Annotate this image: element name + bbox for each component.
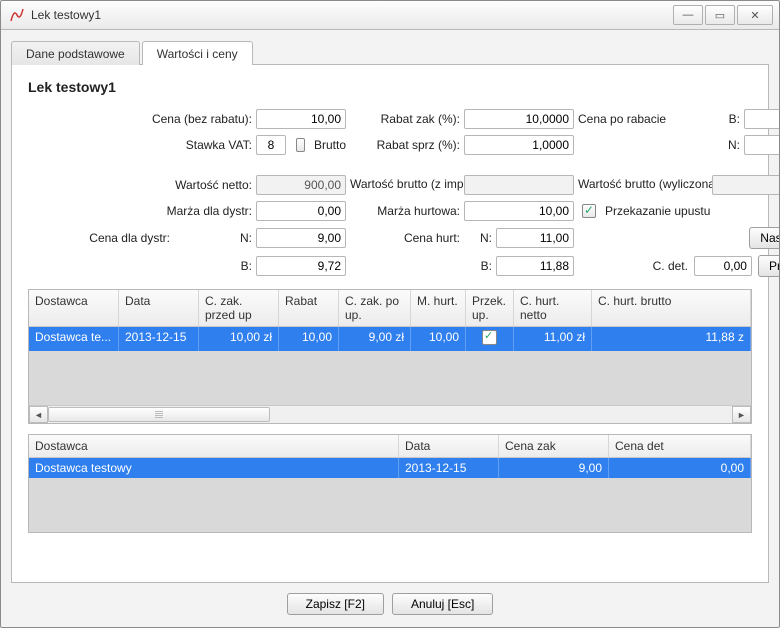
label-wartosc-brutto-import: Wartość brutto (z importu):	[350, 178, 460, 191]
checkbox-przekazanie-upustu[interactable]	[582, 204, 596, 218]
grid1-body-empty	[29, 351, 751, 405]
label-rabat-zak: Rabat zak (%):	[350, 112, 460, 126]
col-c-hurt-brutto[interactable]: C. hurt. brutto	[592, 290, 751, 326]
label-marza-dystr: Marża dla dystr:	[28, 204, 252, 218]
tab-wartosci-ceny[interactable]: Wartości i ceny	[142, 41, 253, 65]
label-n-1: N:	[712, 138, 740, 152]
label-n-3: N:	[464, 231, 492, 245]
label-rabat-sprz: Rabat sprz (%):	[350, 138, 460, 152]
cell2-data: 2013-12-15	[399, 458, 499, 478]
cell-przek-up[interactable]	[466, 327, 514, 351]
input-marza-dystr[interactable]	[256, 201, 346, 221]
input-marza-hurt[interactable]	[464, 201, 574, 221]
label-przekazanie-upustu: Przekazanie upustu	[605, 204, 710, 218]
label-cena-bez-rabatu: Cena (bez rabatu):	[28, 112, 252, 126]
checkbox-brutto[interactable]	[296, 138, 305, 152]
label-c-det: C. det.	[653, 259, 688, 273]
input-cena-dystr-b[interactable]	[256, 256, 346, 276]
input-cena-po-rabacie-b[interactable]	[744, 109, 780, 129]
input-cena-dystr-n[interactable]	[256, 228, 346, 248]
cell-c-hurt-netto: 11,00 zł	[514, 327, 592, 351]
cell2-dostawca: Dostawca testowy	[29, 458, 399, 478]
scroll-track[interactable]	[48, 407, 732, 422]
col2-dostawca[interactable]: Dostawca	[29, 435, 399, 457]
footer-buttons: Zapisz [F2] Anuluj [Esc]	[11, 583, 769, 619]
label-wartosc-netto: Wartość netto:	[28, 178, 252, 192]
label-cena-dystr: Cena dla dystr:	[28, 231, 170, 245]
label-stawka-vat: Stawka VAT:	[28, 138, 252, 152]
input-wartosc-brutto-import	[464, 175, 574, 195]
cell-c-hurt-brutto: 11,88 z	[592, 327, 751, 351]
col-c-zak-po[interactable]: C. zak. po up.	[339, 290, 411, 326]
input-rabat-zak[interactable]	[464, 109, 574, 129]
label-b-3: B:	[464, 259, 492, 273]
grid2-body-empty	[29, 478, 751, 532]
cell-rabat: 10,00	[279, 327, 339, 351]
app-icon	[9, 7, 25, 23]
input-c-det[interactable]	[694, 256, 752, 276]
cell2-cena-zak: 9,00	[499, 458, 609, 478]
scroll-left-icon[interactable]: ◄	[29, 406, 48, 423]
col-rabat[interactable]: Rabat	[279, 290, 339, 326]
cell2-cena-det: 0,00	[609, 458, 751, 478]
tab-dane-podstawowe[interactable]: Dane podstawowe	[11, 41, 140, 65]
label-n-2: N:	[174, 231, 252, 245]
cell-m-hurt: 10,00	[411, 327, 466, 351]
minimize-button[interactable]: —	[673, 5, 703, 25]
cell-dostawca: Dostawca te...	[29, 327, 119, 351]
col2-cena-det[interactable]: Cena det	[609, 435, 751, 457]
label-wartosc-brutto-wylicz: Wartość brutto (wyliczona):	[578, 178, 708, 191]
label-b-1: B:	[712, 112, 740, 126]
zapisz-button[interactable]: Zapisz [F2]	[287, 593, 384, 615]
grid1-hscrollbar[interactable]: ◄ ►	[29, 405, 751, 423]
titlebar[interactable]: Lek testowy1 — ▭ ✕	[1, 1, 779, 30]
label-cena-hurt: Cena hurt:	[350, 231, 460, 245]
product-heading: Lek testowy1	[28, 79, 752, 95]
input-wartosc-netto	[256, 175, 346, 195]
label-b-2: B:	[174, 259, 252, 273]
tab-panel: Lek testowy1 Cena (bez rabatu): Rabat za…	[11, 64, 769, 583]
input-cena-bez-rabatu[interactable]	[256, 109, 346, 129]
col-dostawca[interactable]: Dostawca	[29, 290, 119, 326]
cell-c-zak-przed: 10,00 zł	[199, 327, 279, 351]
label-cena-po-rabacie: Cena po rabacie	[578, 112, 708, 126]
price-form: Cena (bez rabatu): Rabat zak (%): Cena p…	[28, 109, 752, 277]
grid1-row-selected[interactable]: Dostawca te... 2013-12-15 10,00 zł 10,00…	[29, 327, 751, 351]
window-title: Lek testowy1	[31, 8, 673, 22]
grid1-header: Dostawca Data C. zak. przed up Rabat C. …	[29, 290, 751, 327]
col2-data[interactable]: Data	[399, 435, 499, 457]
label-brutto: Brutto	[314, 138, 346, 152]
input-rabat-sprz[interactable]	[464, 135, 574, 155]
grid2-row-selected[interactable]: Dostawca testowy 2013-12-15 9,00 0,00	[29, 458, 751, 478]
col2-cena-zak[interactable]: Cena zak	[499, 435, 609, 457]
col-c-zak-przed[interactable]: C. zak. przed up	[199, 290, 279, 326]
tabstrip: Dane podstawowe Wartości i ceny	[11, 38, 769, 64]
check-icon	[482, 330, 497, 345]
client-area: Dane podstawowe Wartości i ceny Lek test…	[1, 30, 779, 627]
cell-c-zak-po: 9,00 zł	[339, 327, 411, 351]
maximize-button[interactable]: ▭	[705, 5, 735, 25]
input-cena-hurt-b[interactable]	[496, 256, 574, 276]
scroll-right-icon[interactable]: ►	[732, 406, 751, 423]
col-m-hurt[interactable]: M. hurt.	[411, 290, 466, 326]
col-c-hurt-netto[interactable]: C. hurt. netto	[514, 290, 592, 326]
grid2-header: Dostawca Data Cena zak Cena det	[29, 435, 751, 458]
input-cena-po-rabacie-n[interactable]	[744, 135, 780, 155]
col-przek-up[interactable]: Przek. up.	[466, 290, 514, 326]
window-frame: Lek testowy1 — ▭ ✕ Dane podstawowe Warto…	[0, 0, 780, 628]
scroll-thumb[interactable]	[48, 407, 270, 422]
supplier-pricing-grid: Dostawca Data C. zak. przed up Rabat C. …	[28, 289, 752, 424]
input-cena-hurt-n[interactable]	[496, 228, 574, 248]
input-stawka-vat[interactable]	[256, 135, 286, 155]
anuluj-button[interactable]: Anuluj [Esc]	[392, 593, 493, 615]
close-button[interactable]: ✕	[737, 5, 773, 25]
supplier-summary-grid: Dostawca Data Cena zak Cena det Dostawca…	[28, 434, 752, 533]
przelicz-button[interactable]: Przelicz	[758, 255, 780, 277]
nastepny-button[interactable]: Następny	[749, 227, 780, 249]
col-data[interactable]: Data	[119, 290, 199, 326]
label-marza-hurt: Marża hurtowa:	[350, 204, 460, 218]
input-wartosc-brutto-wylicz	[712, 175, 780, 195]
cell-data: 2013-12-15	[119, 327, 199, 351]
